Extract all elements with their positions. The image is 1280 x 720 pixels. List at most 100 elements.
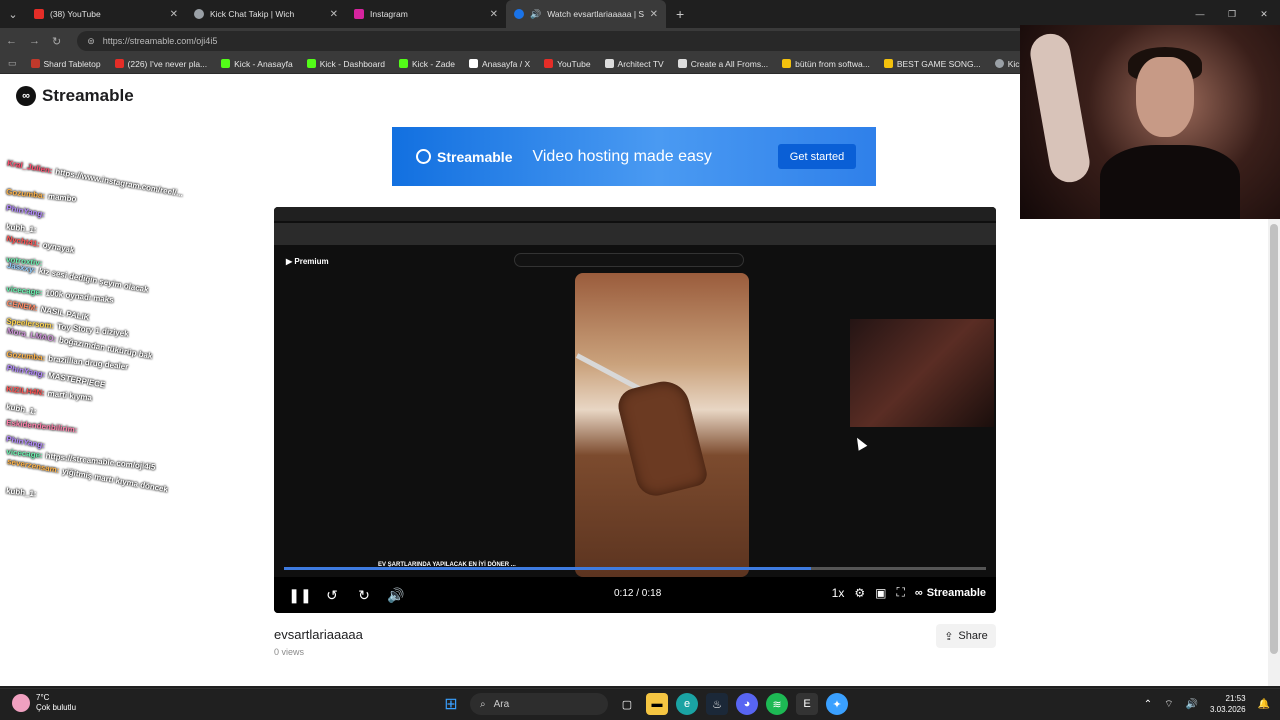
bookmarks-menu-icon[interactable]: ▭: [8, 58, 17, 69]
site-info-icon[interactable]: ⊜: [87, 36, 95, 47]
bookmark-best-game-song[interactable]: BEST GAME SONG...: [883, 58, 981, 69]
minimize-icon[interactable]: —: [1184, 0, 1216, 28]
tab-streamable[interactable]: 🔊 Watch evsartlariaaaaa | Stream ✕: [506, 0, 666, 28]
video-inner-progress: [284, 567, 986, 570]
player-right-controls: 1x ⚙ ▣ ⛶ ∞ Streamable: [832, 585, 986, 600]
bookmark-architect-tv[interactable]: Architect TV: [604, 58, 664, 69]
notifications-icon[interactable]: 🔔: [1258, 699, 1270, 710]
bookmark-butun-from-software[interactable]: bütün from softwa...: [782, 59, 870, 69]
back-arrow-icon[interactable]: ←: [6, 35, 17, 47]
chat-text: marti kıyma: [47, 388, 93, 402]
close-tab-icon[interactable]: ✕: [650, 9, 658, 20]
bookmark-kick-dashboard[interactable]: Kick - Dashboard: [306, 59, 385, 69]
new-tab-plus-icon[interactable]: +: [666, 6, 694, 22]
x-favicon-icon: [468, 59, 478, 68]
scrollbar-thumb[interactable]: [1270, 224, 1278, 654]
task-view-icon[interactable]: ▢: [616, 693, 638, 715]
bookmark-x-anasayfa[interactable]: Anasayfa / X: [468, 58, 531, 69]
chat-username: kubh_1:: [5, 221, 38, 234]
discord-icon[interactable]: ◕: [736, 693, 758, 715]
bookmark-favicon-icon: [677, 59, 687, 68]
bookmark-kick-zade[interactable]: Kick - Zade: [398, 59, 455, 69]
forward-arrow-icon[interactable]: →: [29, 35, 40, 47]
clock-date: 3.03.2026: [1209, 705, 1246, 714]
tab-kick-chat[interactable]: Kick Chat Takip | Wich ✕: [186, 0, 346, 28]
windows-start-icon[interactable]: ⊞: [440, 693, 462, 715]
tab-title: Watch evsartlariaaaaa | Stream: [547, 9, 644, 19]
url-text: https://streamable.com/oji4i5: [102, 36, 218, 46]
chat-message: KIZILH4N: marti kıyma: [6, 384, 93, 402]
chat-username: PhinYang:: [5, 363, 47, 380]
bookmark-shard-tabletop[interactable]: Shard Tabletop: [30, 59, 101, 69]
forward-icon[interactable]: ↻: [348, 587, 380, 604]
taskbar-apps: ⊞ ⌕ Ara ▢ ▬ e ♨ ◕ ≋ E ✦: [440, 693, 848, 715]
weather-condition: Çok bulutlu: [36, 703, 77, 712]
fullscreen-icon[interactable]: ⛶: [896, 585, 904, 600]
youtube-premium-logo: ▶ Premium: [286, 257, 329, 266]
share-icon: ⇪: [944, 630, 954, 643]
chat-username: vicecage:: [5, 283, 44, 297]
player-brand[interactable]: ∞ Streamable: [915, 587, 986, 599]
chat-username: CENEM:: [5, 298, 39, 314]
close-tab-icon[interactable]: ✕: [330, 9, 338, 20]
steam-icon[interactable]: ♨: [706, 693, 728, 715]
tab-title: Instagram: [370, 9, 408, 19]
ad-banner[interactable]: Streamable Video hosting made easy Get s…: [392, 127, 876, 186]
chat-text: [47, 442, 49, 451]
streamer-webcam-overlay: [1020, 25, 1280, 219]
ad-brand: Streamable: [416, 149, 512, 165]
chat-text: [39, 489, 40, 498]
speaker-icon[interactable]: 🔊: [1186, 699, 1198, 710]
weather-widget[interactable]: 7°C Çok bulutlu: [12, 693, 76, 713]
globe-favicon-icon: [194, 9, 204, 19]
windows-taskbar: 7°C Çok bulutlu ⊞ ⌕ Ara ▢ ▬ e ♨ ◕ ≋ E ✦ …: [0, 688, 1280, 720]
address-bar[interactable]: ⊜ https://streamable.com/oji4i5: [77, 31, 1038, 51]
tray-chevron-icon[interactable]: ⌃: [1144, 699, 1152, 710]
rewind-icon[interactable]: ↺: [316, 587, 348, 604]
close-window-icon[interactable]: ✕: [1248, 0, 1280, 28]
share-button[interactable]: ⇪ Share: [936, 624, 996, 648]
tab-search-chevron-icon[interactable]: ⌄: [0, 0, 26, 28]
pause-icon[interactable]: ❚❚: [284, 587, 316, 604]
network-icon[interactable]: ⌔: [1164, 698, 1173, 711]
taskbar-search[interactable]: ⌕ Ara: [470, 693, 608, 715]
bookmark-label: (226) I've never pla...: [127, 58, 208, 69]
video-player[interactable]: ▶ Premium EV ŞARTLARINDA YAPILACAK EN İY…: [274, 207, 996, 613]
weather-text: 7°C Çok bulutlu: [36, 693, 76, 713]
video-views: 0 views: [274, 647, 305, 657]
bookmark-label: Architect TV: [617, 58, 664, 69]
bookmark-youtube-video[interactable]: (226) I've never pla...: [114, 58, 208, 69]
tab-instagram[interactable]: Instagram ✕: [346, 0, 506, 28]
bookmark-kick-anasayfa[interactable]: Kick - Anasayfa: [221, 59, 293, 69]
streamable-logo[interactable]: ∞ Streamable: [16, 86, 134, 106]
bookmark-youtube[interactable]: YouTube: [544, 59, 591, 69]
chat-text: oynayak: [41, 240, 76, 255]
chat-text: mambo: [47, 191, 77, 204]
volume-icon[interactable]: 🔊: [380, 587, 412, 604]
close-tab-icon[interactable]: ✕: [170, 9, 178, 20]
audio-playing-icon[interactable]: 🔊: [530, 9, 541, 19]
edge-browser-icon[interactable]: e: [676, 693, 698, 715]
reload-icon[interactable]: ↻: [52, 35, 61, 48]
bookmark-label: BEST GAME SONG...: [896, 58, 981, 69]
settings-gear-icon[interactable]: ⚙: [854, 586, 865, 600]
get-started-button[interactable]: Get started: [778, 144, 856, 169]
doner-short-video: [575, 273, 749, 577]
tab-youtube[interactable]: (38) YouTube ✕: [26, 0, 186, 28]
playback-speed-button[interactable]: 1x: [832, 586, 845, 600]
video-frame[interactable]: ▶ Premium EV ŞARTLARINDA YAPILACAK EN İY…: [274, 207, 996, 577]
bookmark-create-all-froms[interactable]: Create a All Froms...: [677, 59, 768, 69]
maximize-icon[interactable]: ❐: [1216, 0, 1248, 28]
chat-text: NASIL PALIK: [39, 304, 91, 323]
picture-in-picture-icon[interactable]: ▣: [875, 586, 886, 600]
browser-tab-strip: ⌄ (38) YouTube ✕ Kick Chat Takip | Wich …: [0, 0, 1280, 28]
system-clock[interactable]: 21:53 3.03.2026: [1210, 693, 1246, 715]
bookmark-label: Anasayfa / X: [481, 58, 531, 69]
chat-username: Nycht41:: [5, 234, 41, 249]
close-tab-icon[interactable]: ✕: [490, 9, 498, 20]
spotify-icon[interactable]: ≋: [766, 693, 788, 715]
file-explorer-icon[interactable]: ▬: [646, 693, 668, 715]
epic-games-icon[interactable]: E: [796, 693, 818, 715]
system-tray: ⌃ ⌔ 🔊 21:53 3.03.2026 🔔: [1144, 693, 1270, 715]
app-icon[interactable]: ✦: [826, 693, 848, 715]
